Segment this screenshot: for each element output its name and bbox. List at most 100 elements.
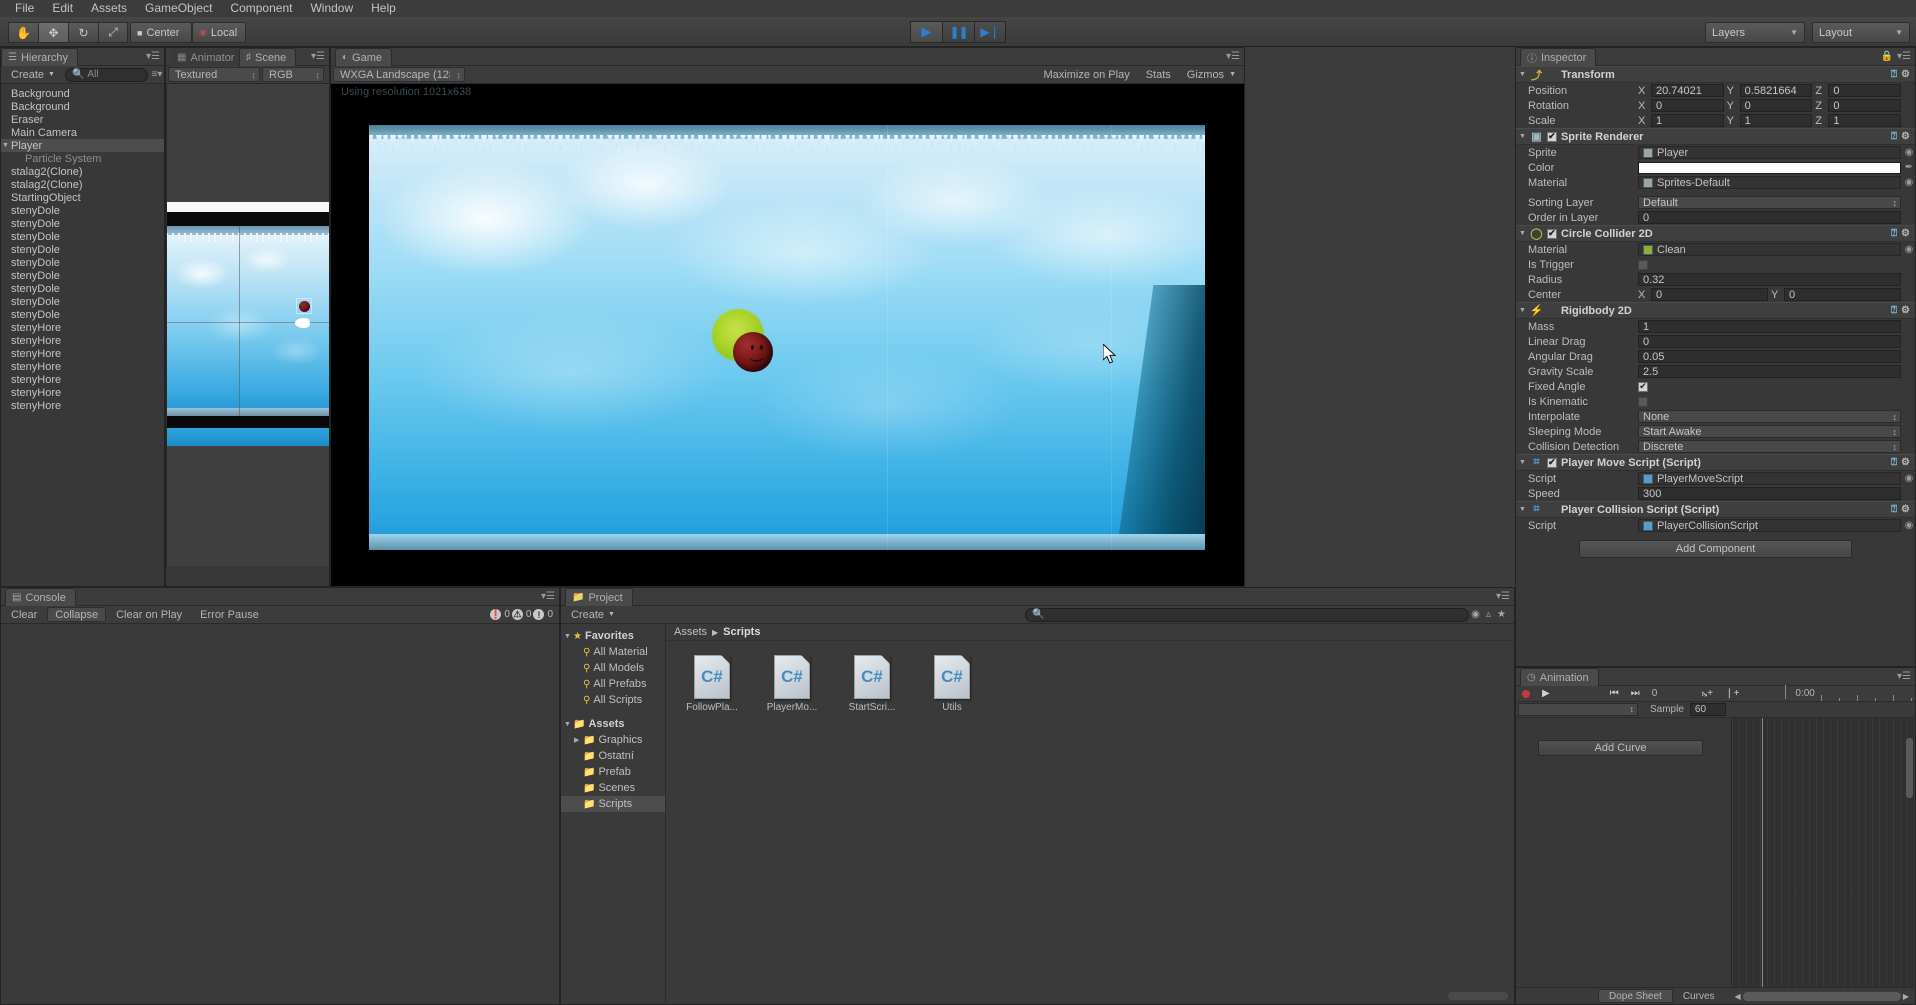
- menu-item-assets[interactable]: Assets: [82, 0, 136, 17]
- tab-game[interactable]: ◐ Game: [335, 48, 392, 66]
- breadcrumb-assets[interactable]: Assets: [674, 626, 707, 638]
- pause-button[interactable]: ❚❚: [942, 21, 974, 43]
- object-picker-icon[interactable]: ◉: [1903, 520, 1915, 531]
- property-field-x[interactable]: 20.74021: [1651, 84, 1724, 97]
- gear-icon[interactable]: ⚙: [1901, 504, 1910, 515]
- foldout-arrow-icon[interactable]: ▼: [1519, 230, 1526, 237]
- breadcrumb-scripts[interactable]: Scripts: [723, 626, 760, 638]
- dropdown-field[interactable]: None: [1638, 410, 1901, 423]
- asset-item[interactable]: C#StartScri...: [842, 655, 902, 713]
- help-icon[interactable]: ⍰: [1891, 457, 1897, 468]
- property-field[interactable]: 2.5: [1638, 365, 1901, 378]
- menu-item-file[interactable]: File: [6, 0, 43, 17]
- hierarchy-item[interactable]: stenyHore: [1, 386, 164, 399]
- dropdown-field[interactable]: Default: [1638, 196, 1901, 209]
- project-tree-item[interactable]: 📁Prefab: [561, 764, 665, 780]
- color-mode-dropdown[interactable]: RGB: [262, 67, 324, 82]
- property-field-z[interactable]: 0: [1828, 84, 1901, 97]
- hierarchy-item[interactable]: stenyDole: [1, 243, 164, 256]
- console-clear-on-play-button[interactable]: Clear on Play: [108, 607, 190, 622]
- gizmos-dropdown[interactable]: Gizmos ▼: [1179, 67, 1244, 82]
- object-field[interactable]: Sprites-Default: [1638, 176, 1901, 189]
- hierarchy-item[interactable]: ▼Player: [1, 139, 164, 152]
- next-keyframe-button[interactable]: ⏭: [1625, 686, 1646, 701]
- menu-item-help[interactable]: Help: [362, 0, 405, 17]
- component-header[interactable]: ▼⚡Rigidbody 2D⍰⚙: [1516, 302, 1915, 319]
- hierarchy-item[interactable]: stenyHore: [1, 360, 164, 373]
- step-button[interactable]: ▶❘: [974, 21, 1006, 43]
- inspector-panel-menu-icon[interactable]: ▾☰: [1897, 51, 1911, 62]
- dropdown-field[interactable]: Start Awake: [1638, 425, 1901, 438]
- hierarchy-item[interactable]: Eraser: [1, 113, 164, 126]
- project-tree-item[interactable]: ⚲All Scripts: [561, 692, 665, 708]
- project-tree-item[interactable]: ⚲All Models: [561, 660, 665, 676]
- property-checkbox[interactable]: ✔: [1638, 382, 1648, 392]
- hierarchy-item[interactable]: Background: [1, 87, 164, 100]
- menu-item-gameobject[interactable]: GameObject: [136, 0, 221, 17]
- project-tree-item[interactable]: 📁Scenes: [561, 780, 665, 796]
- hierarchy-item[interactable]: stalag2(Clone): [1, 165, 164, 178]
- hierarchy-item[interactable]: stalag2(Clone): [1, 178, 164, 191]
- console-log-counter[interactable]: ❗0: [490, 609, 510, 620]
- hierarchy-item[interactable]: stenyHore: [1, 373, 164, 386]
- prev-keyframe-button[interactable]: ⏮: [1604, 686, 1625, 701]
- property-field-y[interactable]: 1: [1740, 114, 1813, 127]
- foldout-arrow-icon[interactable]: ▼: [1519, 506, 1526, 513]
- game-panel-menu-icon[interactable]: ▾☰: [1226, 51, 1240, 62]
- filter-type-icon[interactable]: ◉: [1471, 609, 1480, 620]
- tab-project[interactable]: 📁 Project: [565, 588, 633, 606]
- aspect-ratio-dropdown[interactable]: WXGA Landscape (1280x800): [333, 67, 465, 82]
- hierarchy-item[interactable]: Background: [1, 100, 164, 113]
- asset-item[interactable]: C#PlayerMo...: [762, 655, 822, 713]
- help-icon[interactable]: ⍰: [1891, 504, 1897, 515]
- timeline-ruler[interactable]: [1821, 687, 1915, 701]
- foldout-arrow-icon[interactable]: ▼: [2, 142, 11, 149]
- add-curve-button[interactable]: Add Curve: [1538, 740, 1703, 756]
- hierarchy-item[interactable]: Main Camera: [1, 126, 164, 139]
- object-field[interactable]: Clean: [1638, 243, 1901, 256]
- hierarchy-item[interactable]: stenyHore: [1, 399, 164, 412]
- component-header[interactable]: ▼⤴Transform⍰⚙: [1516, 66, 1915, 83]
- property-field[interactable]: 0: [1638, 335, 1901, 348]
- console-error-pause-button[interactable]: Error Pause: [192, 607, 267, 622]
- hierarchy-search-input[interactable]: 🔍 All: [65, 68, 148, 82]
- gear-icon[interactable]: ⚙: [1901, 457, 1910, 468]
- menu-item-window[interactable]: Window: [301, 0, 362, 17]
- scene-panel-menu-icon[interactable]: ▾☰: [311, 51, 325, 62]
- scroll-left-icon[interactable]: ◀: [1735, 992, 1741, 1001]
- object-picker-icon[interactable]: ◉: [1903, 473, 1915, 484]
- project-tree-item[interactable]: 📁Scripts: [561, 796, 665, 812]
- tab-scene[interactable]: ♯ Scene: [239, 48, 296, 66]
- console-log-area[interactable]: [1, 624, 559, 1004]
- console-collapse-button[interactable]: Collapse: [47, 607, 106, 622]
- menu-item-edit[interactable]: Edit: [43, 0, 82, 17]
- foldout-arrow-icon[interactable]: ▼: [564, 633, 573, 640]
- component-enabled-checkbox[interactable]: ✔: [1547, 229, 1557, 239]
- project-search-input[interactable]: 🔍: [1025, 608, 1469, 622]
- property-field-z[interactable]: 1: [1828, 114, 1901, 127]
- property-field-x[interactable]: 0: [1651, 288, 1768, 301]
- property-field-x[interactable]: 1: [1651, 114, 1724, 127]
- timeline-horizontal-scrollbar[interactable]: ◀ ▶: [1735, 991, 1909, 1002]
- property-field-z[interactable]: 0: [1828, 99, 1901, 112]
- hierarchy-item[interactable]: stenyDole: [1, 230, 164, 243]
- property-field-y[interactable]: 0: [1784, 288, 1901, 301]
- help-icon[interactable]: ⍰: [1891, 228, 1897, 239]
- move-tool[interactable]: ✥: [38, 22, 68, 43]
- draw-mode-dropdown[interactable]: Textured: [168, 67, 260, 82]
- foldout-arrow-icon[interactable]: ▼: [1519, 133, 1526, 140]
- component-header[interactable]: ▼⌗Player Collision Script (Script)⍰⚙: [1516, 501, 1915, 518]
- create-button[interactable]: Create ▼: [3, 67, 63, 82]
- property-checkbox[interactable]: [1638, 397, 1648, 407]
- property-field[interactable]: 300: [1638, 487, 1901, 500]
- curves-tab[interactable]: Curves: [1673, 989, 1725, 1003]
- hierarchy-item[interactable]: StartingObject: [1, 191, 164, 204]
- gear-icon[interactable]: ⚙: [1901, 131, 1910, 142]
- hand-tool[interactable]: ✋: [8, 22, 38, 43]
- component-header[interactable]: ▼⌗✔Player Move Script (Script)⍰⚙: [1516, 454, 1915, 471]
- play-button[interactable]: ▶: [910, 21, 942, 43]
- project-tree-item[interactable]: ⚲All Material: [561, 644, 665, 660]
- hierarchy-item[interactable]: Particle System: [1, 152, 164, 165]
- sample-field[interactable]: 60: [1690, 703, 1726, 716]
- hierarchy-item[interactable]: stenyHore: [1, 321, 164, 334]
